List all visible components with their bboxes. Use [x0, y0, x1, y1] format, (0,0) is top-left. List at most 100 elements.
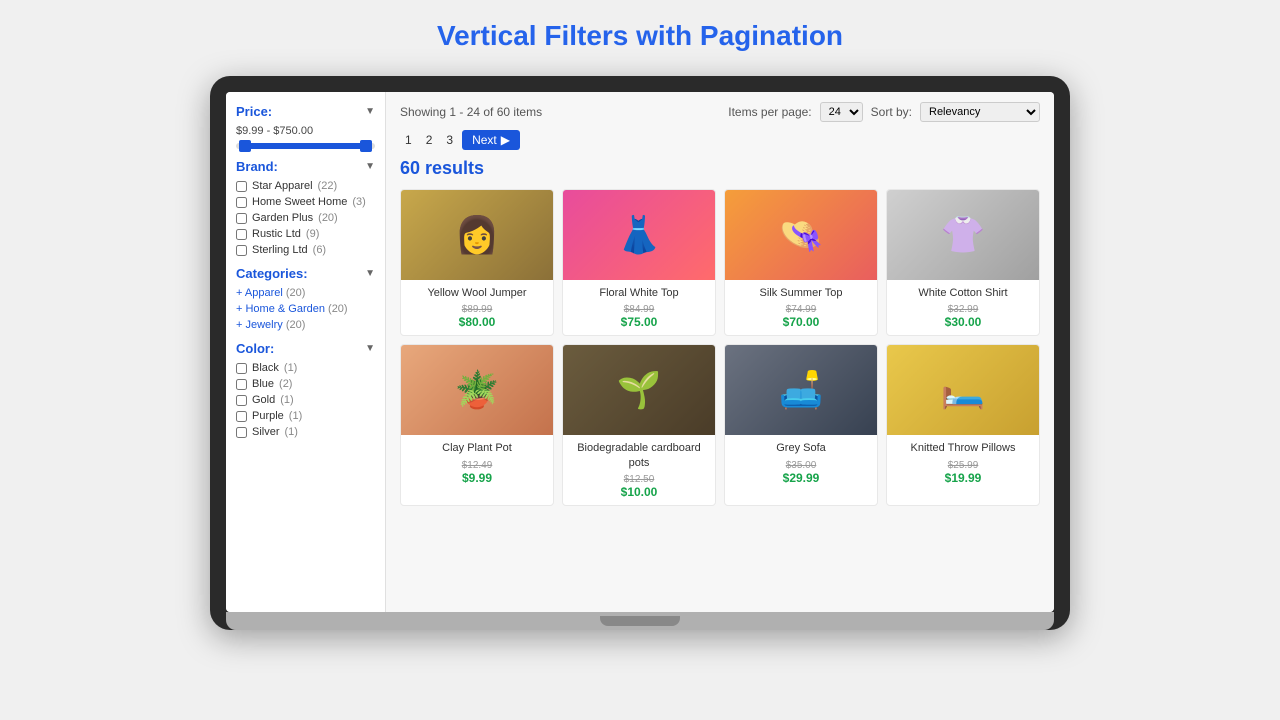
color-filter-item[interactable]: Gold (1)	[236, 394, 375, 406]
color-filter-item[interactable]: Black (1)	[236, 362, 375, 374]
product-original-price: $74.99	[731, 304, 871, 315]
product-name: Knitted Throw Pillows	[893, 441, 1033, 455]
product-name: Yellow Wool Jumper	[407, 286, 547, 300]
pagination: 1 2 3 Next ▶	[400, 130, 1040, 150]
product-original-price: $89.99	[407, 304, 547, 315]
product-image: 🌱	[563, 345, 715, 435]
categories-filter-list: + Apparel (20) + Home & Garden (20) + Jewe…	[236, 287, 375, 331]
brand-filter-title: Brand: ▼	[236, 159, 375, 174]
sort-select[interactable]: Relevancy Price: Low to High Price: High…	[920, 102, 1040, 122]
top-bar: Showing 1 - 24 of 60 items Items per pag…	[400, 102, 1040, 122]
product-image: 👩	[401, 190, 553, 280]
page-3[interactable]: 3	[441, 131, 458, 149]
color-checkbox[interactable]	[236, 379, 247, 390]
price-range-min-thumb[interactable]	[239, 140, 251, 152]
color-filter-item[interactable]: Purple (1)	[236, 410, 375, 422]
product-card[interactable]: 🪴 Clay Plant Pot $12.49 $9.99	[400, 344, 554, 506]
brand-checkbox[interactable]	[236, 213, 247, 224]
product-original-price: $12.49	[407, 460, 547, 471]
product-info: Grey Sofa $35.00 $29.99	[725, 435, 877, 490]
product-image: 🛏️	[887, 345, 1039, 435]
product-info: Silk Summer Top $74.99 $70.00	[725, 280, 877, 335]
items-per-page-select[interactable]: 24 48 96	[820, 102, 863, 122]
color-checkbox[interactable]	[236, 395, 247, 406]
brand-checkbox[interactable]	[236, 229, 247, 240]
brand-filter-item[interactable]: Garden Plus (20)	[236, 212, 375, 224]
product-card[interactable]: 👒 Silk Summer Top $74.99 $70.00	[724, 189, 878, 336]
product-original-price: $32.99	[893, 304, 1033, 315]
product-original-price: $25.99	[893, 460, 1033, 471]
product-name: Silk Summer Top	[731, 286, 871, 300]
product-name: Grey Sofa	[731, 441, 871, 455]
results-count: 60 results	[400, 158, 1040, 179]
category-filter-item[interactable]: + Home & Garden (20)	[236, 303, 375, 315]
next-button[interactable]: Next ▶	[462, 130, 520, 150]
product-sale-price: $30.00	[893, 315, 1033, 329]
page-2[interactable]: 2	[421, 131, 438, 149]
page-1[interactable]: 1	[400, 131, 417, 149]
brand-checkbox[interactable]	[236, 181, 247, 192]
brand-filter-item[interactable]: Sterling Ltd (6)	[236, 244, 375, 256]
price-chevron-icon: ▼	[365, 106, 375, 117]
product-original-price: $84.99	[569, 304, 709, 315]
product-original-price: $35.00	[731, 460, 871, 471]
next-arrow-icon: ▶	[501, 133, 510, 147]
product-original-price: $12.50	[569, 474, 709, 485]
color-filter-item[interactable]: Blue (2)	[236, 378, 375, 390]
color-filter-item[interactable]: Silver (1)	[236, 426, 375, 438]
product-card[interactable]: 👗 Floral White Top $84.99 $75.00	[562, 189, 716, 336]
product-image: 👗	[563, 190, 715, 280]
categories-chevron-icon: ▼	[365, 268, 375, 279]
brand-chevron-icon: ▼	[365, 161, 375, 172]
product-name: Floral White Top	[569, 286, 709, 300]
product-info: Clay Plant Pot $12.49 $9.99	[401, 435, 553, 490]
product-name: White Cotton Shirt	[893, 286, 1033, 300]
product-name: Clay Plant Pot	[407, 441, 547, 455]
product-sale-price: $70.00	[731, 315, 871, 329]
product-image: 👒	[725, 190, 877, 280]
brand-checkbox[interactable]	[236, 197, 247, 208]
product-name: Biodegradable cardboard pots	[569, 441, 709, 470]
color-filter-title: Color: ▼	[236, 341, 375, 356]
product-sale-price: $19.99	[893, 471, 1033, 485]
color-filter-list: Black (1) Blue (2) Gold (1) Purple (1) S…	[236, 362, 375, 438]
brand-filter-item[interactable]: Home Sweet Home (3)	[236, 196, 375, 208]
laptop-base	[226, 612, 1054, 630]
main-content: Showing 1 - 24 of 60 items Items per pag…	[386, 92, 1054, 612]
product-image: 👚	[887, 190, 1039, 280]
color-checkbox[interactable]	[236, 411, 247, 422]
product-sale-price: $29.99	[731, 471, 871, 485]
brand-filter-list: Star Apparel (22) Home Sweet Home (3) Ga…	[236, 180, 375, 256]
category-filter-item[interactable]: + Jewelry (20)	[236, 319, 375, 331]
product-image: 🛋️	[725, 345, 877, 435]
price-range-track	[236, 143, 375, 149]
product-card[interactable]: 🌱 Biodegradable cardboard pots $12.50 $1…	[562, 344, 716, 506]
brand-filter-item[interactable]: Star Apparel (22)	[236, 180, 375, 192]
laptop-frame: Price: ▼ $9.99 - $750.00 Brand: ▼ Star A…	[210, 76, 1070, 630]
product-sale-price: $10.00	[569, 485, 709, 499]
app-container: Price: ▼ $9.99 - $750.00 Brand: ▼ Star A…	[226, 92, 1054, 612]
category-filter-item[interactable]: + Apparel (20)	[236, 287, 375, 299]
product-grid: 👩 Yellow Wool Jumper $89.99 $80.00 👗 Flo…	[400, 189, 1040, 506]
price-range-fill	[243, 143, 368, 149]
product-card[interactable]: 👚 White Cotton Shirt $32.99 $30.00	[886, 189, 1040, 336]
color-checkbox[interactable]	[236, 427, 247, 438]
right-controls: Items per page: 24 48 96 Sort by: Releva…	[728, 102, 1040, 122]
price-filter-title: Price: ▼	[236, 104, 375, 119]
brand-checkbox[interactable]	[236, 245, 247, 256]
brand-filter-item[interactable]: Rustic Ltd (9)	[236, 228, 375, 240]
product-sale-price: $75.00	[569, 315, 709, 329]
price-range-max-thumb[interactable]	[360, 140, 372, 152]
product-card[interactable]: 🛋️ Grey Sofa $35.00 $29.99	[724, 344, 878, 506]
product-card[interactable]: 🛏️ Knitted Throw Pillows $25.99 $19.99	[886, 344, 1040, 506]
product-info: White Cotton Shirt $32.99 $30.00	[887, 280, 1039, 335]
product-card[interactable]: 👩 Yellow Wool Jumper $89.99 $80.00	[400, 189, 554, 336]
product-info: Knitted Throw Pillows $25.99 $19.99	[887, 435, 1039, 490]
color-chevron-icon: ▼	[365, 343, 375, 354]
product-sale-price: $80.00	[407, 315, 547, 329]
items-per-page-label: Items per page:	[728, 105, 811, 119]
laptop-notch	[600, 616, 680, 626]
color-checkbox[interactable]	[236, 363, 247, 374]
page-title: Vertical Filters with Pagination	[437, 20, 843, 52]
categories-filter-title: Categories: ▼	[236, 266, 375, 281]
